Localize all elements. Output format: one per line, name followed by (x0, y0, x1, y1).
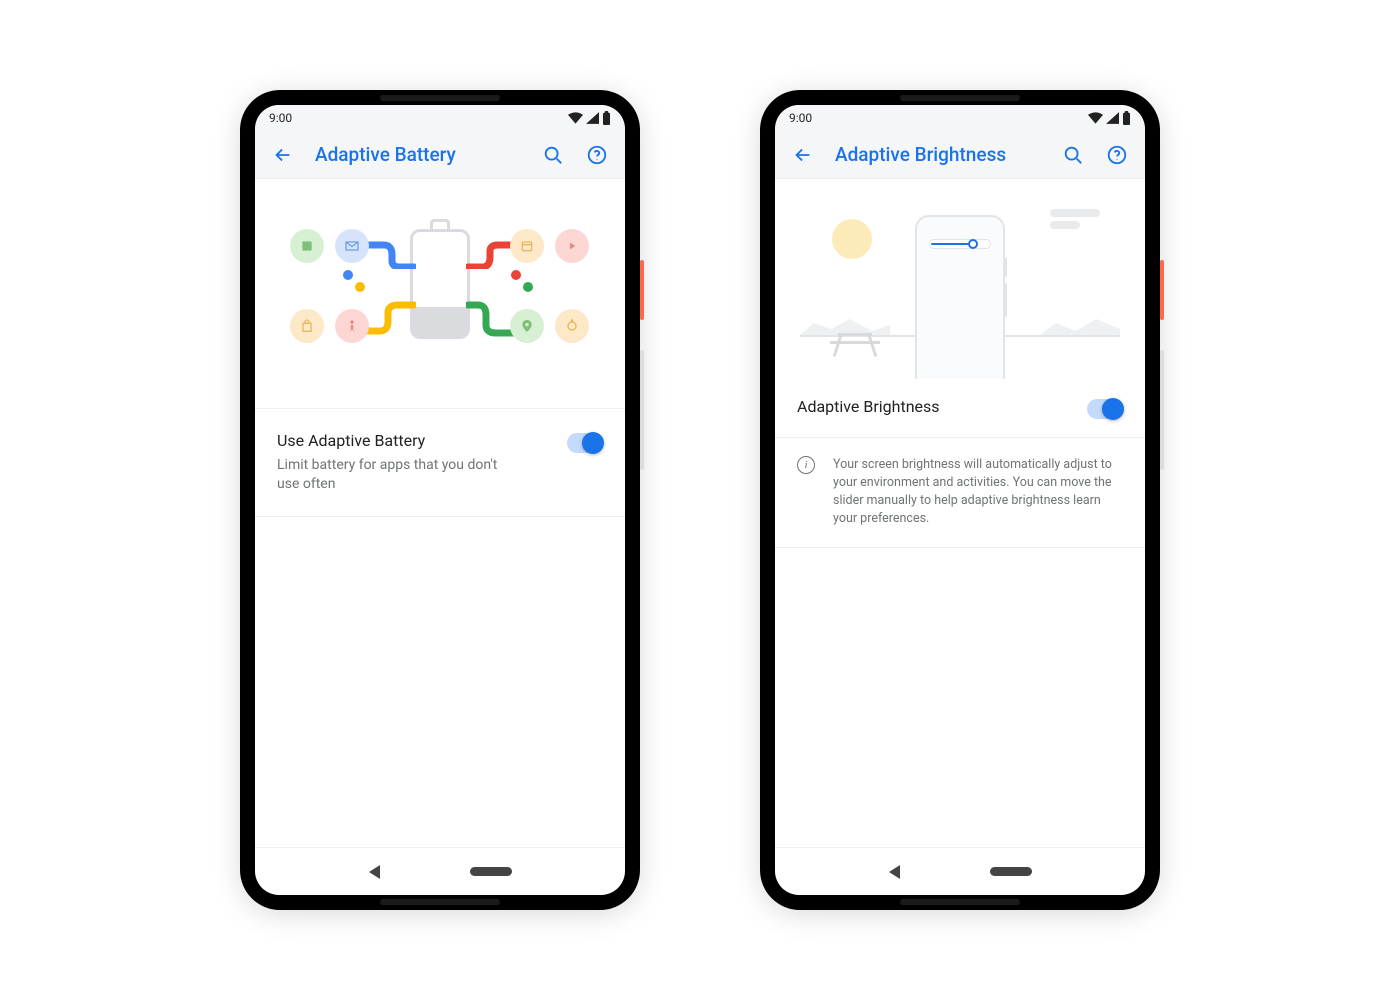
nav-home-pill[interactable] (990, 867, 1032, 876)
page-title: Adaptive Battery (315, 143, 521, 166)
info-row: i Your screen brightness will automatica… (775, 438, 1145, 548)
app-bar: Adaptive Brightness (775, 131, 1145, 179)
signal-icon (586, 112, 599, 124)
picnic-table-icon (830, 329, 880, 357)
page-title: Adaptive Brightness (835, 143, 1041, 166)
speaker-bottom (380, 899, 500, 905)
help-icon[interactable] (1105, 143, 1129, 167)
toggle-adaptive-brightness[interactable] (1087, 399, 1123, 419)
toggle-adaptive-battery[interactable] (567, 433, 603, 453)
status-bar: 9:00 (775, 105, 1145, 131)
nav-back-button[interactable] (889, 865, 900, 879)
volume-button[interactable] (640, 350, 644, 470)
nav-back-button[interactable] (369, 865, 380, 879)
speaker-top (900, 95, 1020, 101)
speaker-bottom (900, 899, 1020, 905)
battery-icon (602, 111, 611, 125)
app-bar: Adaptive Battery (255, 131, 625, 179)
back-icon[interactable] (271, 143, 295, 167)
info-text: Your screen brightness will automaticall… (833, 456, 1123, 529)
brightness-slider-illustration (929, 239, 991, 249)
status-time: 9:00 (269, 111, 292, 125)
phone-frame-right: 9:00 Adaptive Brightness (760, 90, 1160, 910)
battery-icon (1122, 111, 1131, 125)
setting-subtext: Limit battery for apps that you don't us… (277, 456, 517, 494)
search-icon[interactable] (1061, 143, 1085, 167)
screen-left: 9:00 Adaptive Battery (255, 105, 625, 895)
wifi-icon (568, 112, 583, 124)
app-icon (335, 309, 369, 343)
cloud-icon (1050, 221, 1080, 229)
setting-label: Use Adaptive Battery (277, 431, 551, 450)
info-icon: i (797, 456, 815, 474)
power-button[interactable] (1160, 260, 1164, 320)
phone-frame-left: 9:00 Adaptive Battery (240, 90, 640, 910)
app-icon (335, 229, 369, 263)
android-nav-bar (775, 847, 1145, 895)
content: Adaptive Brightness i Your screen bright… (775, 179, 1145, 847)
screen-right: 9:00 Adaptive Brightness (775, 105, 1145, 895)
status-icons (568, 111, 611, 125)
wifi-icon (1088, 112, 1103, 124)
back-icon[interactable] (791, 143, 815, 167)
hero-illustration-battery (255, 179, 625, 409)
power-button[interactable] (640, 260, 644, 320)
app-icon (290, 309, 324, 343)
content: Use Adaptive Battery Limit battery for a… (255, 179, 625, 847)
setting-row-adaptive-battery[interactable]: Use Adaptive Battery Limit battery for a… (255, 409, 625, 517)
hero-illustration-brightness (775, 179, 1145, 379)
status-time: 9:00 (789, 111, 812, 125)
app-icon (290, 229, 324, 263)
cloud-icon (1050, 209, 1100, 217)
setting-label: Adaptive Brightness (797, 397, 1071, 416)
mini-phone-illustration (915, 215, 1005, 379)
volume-button[interactable] (1160, 350, 1164, 470)
mountain-icon (1040, 315, 1120, 335)
search-icon[interactable] (541, 143, 565, 167)
setting-row-adaptive-brightness[interactable]: Adaptive Brightness (775, 379, 1145, 438)
status-icons (1088, 111, 1131, 125)
app-icon (555, 309, 589, 343)
status-bar: 9:00 (255, 105, 625, 131)
sun-icon (832, 219, 872, 259)
nav-home-pill[interactable] (470, 867, 512, 876)
signal-icon (1106, 112, 1119, 124)
help-icon[interactable] (585, 143, 609, 167)
speaker-top (380, 95, 500, 101)
app-icon (510, 309, 544, 343)
android-nav-bar (255, 847, 625, 895)
app-icon (510, 229, 544, 263)
app-icon (555, 229, 589, 263)
